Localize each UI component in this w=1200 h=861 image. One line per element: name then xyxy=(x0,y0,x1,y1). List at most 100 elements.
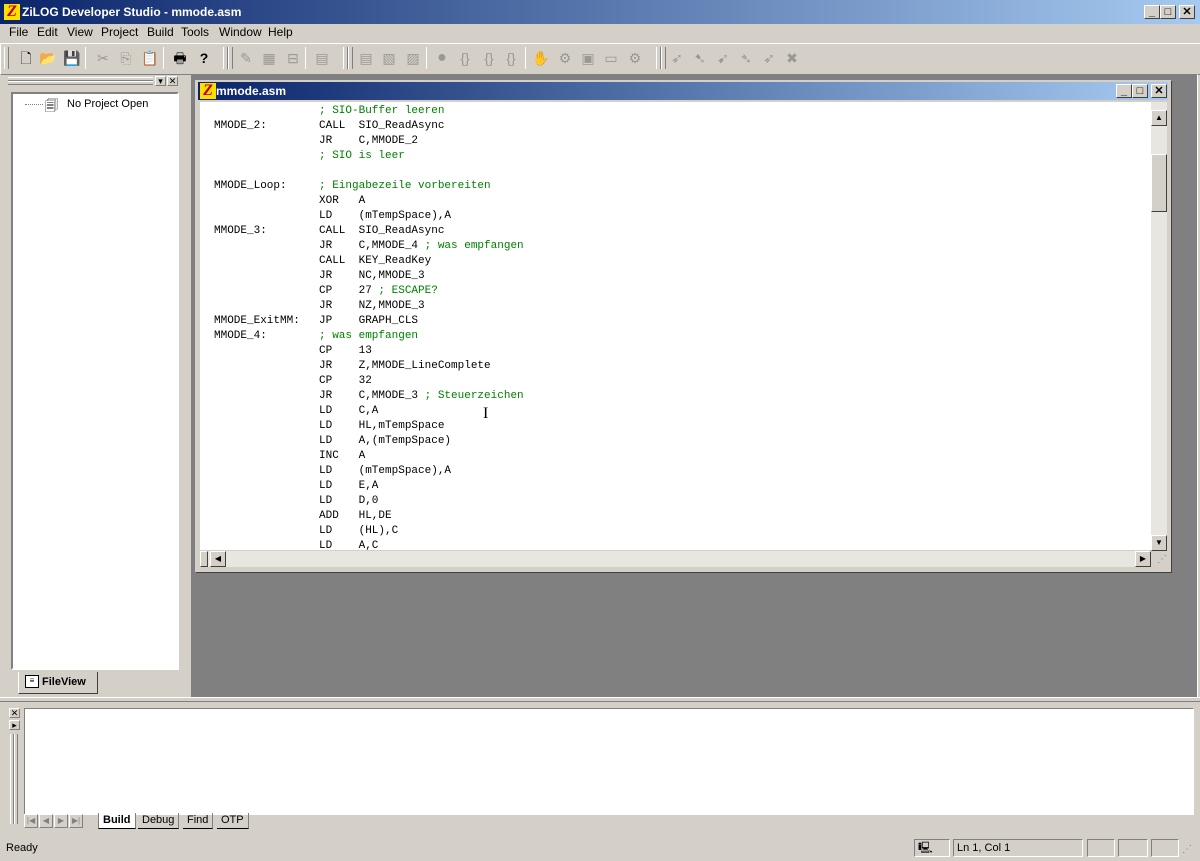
tab-build[interactable]: Build xyxy=(98,813,136,829)
panel-grip[interactable] xyxy=(8,81,153,85)
print-icon[interactable]: 🖶 xyxy=(171,49,189,67)
code-label: MMODE_4: xyxy=(214,330,267,342)
panel-close-icon[interactable]: ✕ xyxy=(167,76,178,86)
memory-icon[interactable]: ⚙ xyxy=(556,49,574,67)
tab-fileview[interactable]: ≡ FileView xyxy=(18,672,98,694)
stop-debug-icon[interactable]: ➹ xyxy=(714,49,732,67)
scroll-right-button[interactable]: ▶ xyxy=(1135,551,1151,567)
menu-help[interactable]: Help xyxy=(268,25,293,39)
panel-menu-icon[interactable]: ▾ xyxy=(155,76,166,86)
horizontal-scrollbar[interactable] xyxy=(200,551,1151,567)
call-stack-icon[interactable]: ⚙ xyxy=(626,49,644,67)
copy-icon[interactable]: ⎘ xyxy=(117,49,135,67)
minimize-button[interactable]: _ xyxy=(1144,5,1160,19)
splitter[interactable] xyxy=(0,697,1200,702)
registers-icon[interactable]: ▣ xyxy=(579,49,597,67)
menu-project[interactable]: Project xyxy=(101,25,138,39)
code-instruction: ; was empfangen xyxy=(319,329,418,344)
step-back-icon[interactable]: ➴ xyxy=(737,49,755,67)
tab-otp[interactable]: OTP xyxy=(217,813,249,829)
break-icon[interactable]: ➷ xyxy=(691,49,709,67)
output-grip[interactable] xyxy=(14,734,18,824)
reset-icon[interactable]: {} xyxy=(480,49,498,67)
open-folder-icon[interactable]: 📂 xyxy=(39,49,57,67)
build-icon[interactable]: ▦ xyxy=(260,49,278,67)
new-file-icon[interactable]: 🗋 xyxy=(17,49,35,67)
step-forward-icon[interactable]: ➶ xyxy=(760,49,778,67)
zilog-logo-icon: Z xyxy=(4,4,20,20)
connection-status-icon: 🖳 xyxy=(914,839,950,857)
menu-tools[interactable]: Tools xyxy=(181,25,209,39)
toolbar-separator xyxy=(525,47,527,69)
tree-item-no-project[interactable]: No Project Open xyxy=(67,98,148,110)
toggle-breakpoint-icon[interactable]: {} xyxy=(502,49,520,67)
stop-build-icon[interactable]: ⊟ xyxy=(284,49,302,67)
code-instruction: LD D,0 xyxy=(319,494,378,509)
vertical-scroll-thumb[interactable] xyxy=(1151,154,1167,212)
main-title-bar[interactable]: Z ZiLOG Developer Studio - mmode.asm _ □… xyxy=(0,0,1200,24)
status-resize-grip-icon[interactable]: ⋰ xyxy=(1182,843,1196,857)
toolbar-grip[interactable] xyxy=(228,47,233,69)
maximize-button[interactable]: □ xyxy=(1160,5,1176,19)
toolbar-separator xyxy=(426,47,428,69)
toolbar-grip[interactable] xyxy=(348,47,353,69)
scroll-up-button[interactable]: ▲ xyxy=(1151,110,1167,126)
code-instruction: JR C,MMODE_2 xyxy=(319,134,418,149)
doc-minimize-button[interactable]: _ xyxy=(1116,84,1132,98)
code-editor[interactable]: ; SIO-Buffer leeren MMODE_2: CALL SIO_Read… xyxy=(200,102,1151,550)
output-pin-icon[interactable]: ▸ xyxy=(9,720,20,730)
code-instruction: ; Eingabezeile vorbereiten xyxy=(319,179,491,194)
menu-bar: File Edit View Project Build Tools Windo… xyxy=(0,24,1200,42)
breakpoint-icon[interactable]: ● xyxy=(433,49,451,67)
menu-build[interactable]: Build xyxy=(147,25,174,39)
code-text: JR NC,MMODE_3 xyxy=(319,270,425,282)
toolbar-grip[interactable] xyxy=(661,47,666,69)
compile-icon[interactable]: ✎ xyxy=(237,49,255,67)
menu-view[interactable]: View xyxy=(67,25,93,39)
menu-file[interactable]: File xyxy=(9,25,28,39)
menu-window[interactable]: Window xyxy=(219,25,262,39)
paste-icon[interactable]: 📋 xyxy=(141,49,159,67)
code-text: LD C,A xyxy=(319,405,379,417)
doc-close-button[interactable]: ✕ xyxy=(1151,84,1167,98)
close-button[interactable]: ✕ xyxy=(1179,5,1195,19)
tab-scroll-buttons: |◀ ◀ ▶ ▶| xyxy=(24,814,94,829)
tab-next-icon[interactable]: ▶ xyxy=(54,814,68,828)
scroll-left-button[interactable]: ◀ xyxy=(210,551,226,567)
go-icon[interactable]: ➶ xyxy=(668,49,686,67)
tab-prev-icon[interactable]: ◀ xyxy=(39,814,53,828)
disassembly-icon[interactable]: ▭ xyxy=(602,49,620,67)
tab-find[interactable]: Find xyxy=(183,813,214,829)
split-box[interactable] xyxy=(200,551,208,567)
toolbar-separator xyxy=(163,47,165,69)
cut-icon[interactable]: ✂ xyxy=(94,49,112,67)
step-over-icon[interactable]: ▧ xyxy=(380,49,398,67)
output-text-area[interactable] xyxy=(24,708,1194,815)
code-text: CALL SIO_ReadAsync xyxy=(319,225,445,237)
tab-last-icon[interactable]: ▶| xyxy=(69,814,83,828)
file-tree[interactable]: 🗐 No Project Open xyxy=(11,92,179,670)
save-icon[interactable]: 💾 xyxy=(63,49,81,67)
scroll-down-button[interactable]: ▼ xyxy=(1151,535,1167,551)
go-to-definition-icon[interactable]: ▤ xyxy=(313,49,331,67)
step-out-icon[interactable]: ▨ xyxy=(404,49,422,67)
menu-edit[interactable]: Edit xyxy=(37,25,58,39)
step-into-icon[interactable]: ▤ xyxy=(357,49,375,67)
output-close-icon[interactable]: ✕ xyxy=(9,708,20,718)
code-text: CP 13 xyxy=(319,345,372,357)
doc-maximize-button[interactable]: □ xyxy=(1132,84,1148,98)
watch-icon[interactable]: ✋ xyxy=(532,49,550,67)
resize-grip-icon[interactable]: ⋰ xyxy=(1153,553,1167,567)
status-pane-2 xyxy=(1118,839,1148,857)
tab-first-icon[interactable]: |◀ xyxy=(24,814,38,828)
toolbar-grip[interactable] xyxy=(4,47,9,69)
tab-debug[interactable]: Debug xyxy=(138,813,180,829)
run-to-cursor-icon[interactable]: {} xyxy=(456,49,474,67)
help-icon[interactable]: ? xyxy=(195,49,213,67)
document-title-bar[interactable]: Z mmode.asm _ □ ✕ xyxy=(198,82,1168,100)
code-instruction: CALL KEY_ReadKey xyxy=(319,254,431,269)
code-instruction: JR C,MMODE_3 ; Steuerzeichen xyxy=(319,389,524,404)
code-comment: ; SIO-Buffer leeren xyxy=(319,105,445,117)
cancel-debug-icon[interactable]: ✖ xyxy=(783,49,801,67)
fileview-icon: ≡ xyxy=(25,675,39,688)
